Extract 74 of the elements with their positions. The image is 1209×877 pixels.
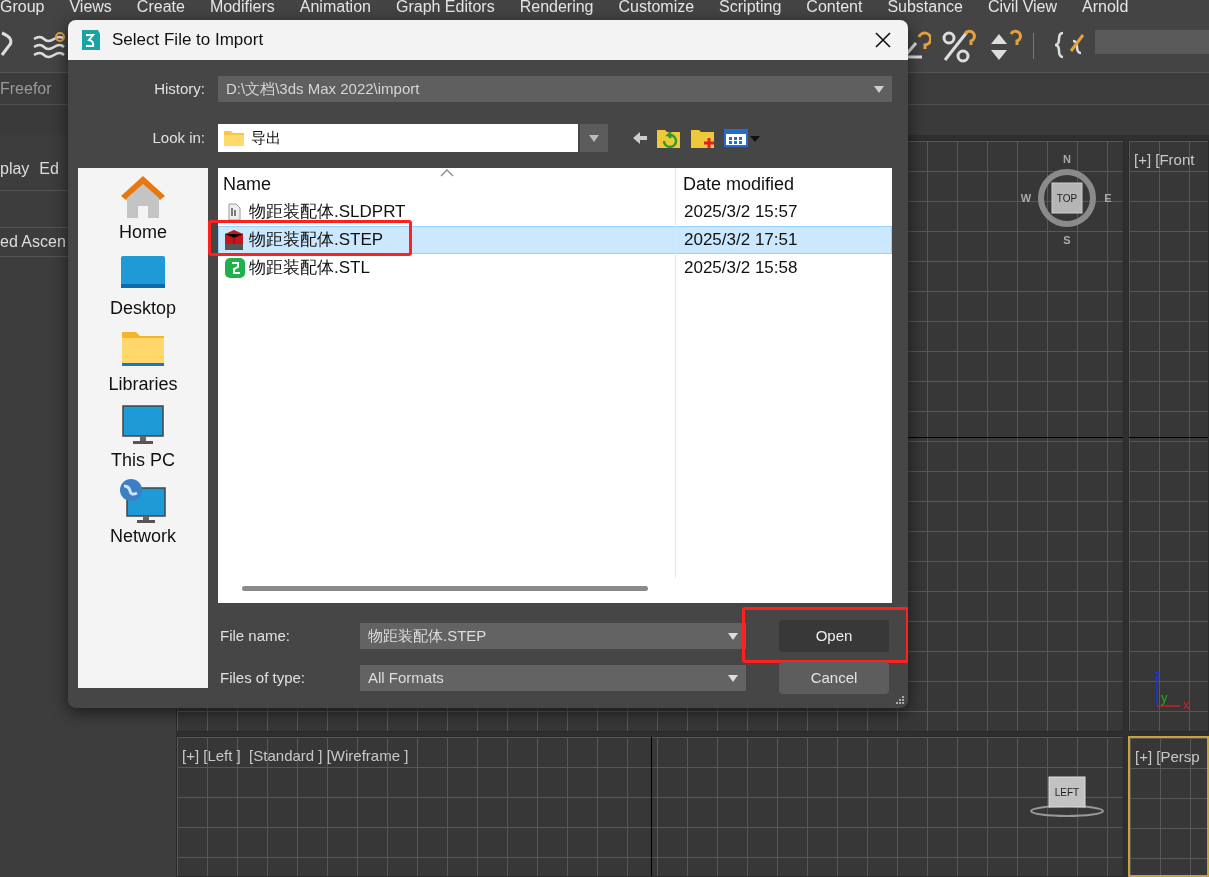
menu-item[interactable]: Animation <box>299 0 371 20</box>
file-row[interactable]: 物距装配体.STEP 2025/3/2 17:51 <box>218 226 892 254</box>
viewcube[interactable]: LEFT <box>1027 775 1107 819</box>
viewport-label[interactable]: [+] [Persp <box>1135 746 1200 769</box>
file-date: 2025/3/2 15:58 <box>683 257 798 280</box>
file-name: 物距装配体.SLDPRT <box>249 201 406 224</box>
place-item[interactable]: Libraries <box>108 326 178 394</box>
ribbon-tab[interactable]: Freefor <box>0 76 52 101</box>
menu-item[interactable]: Modifiers <box>209 0 275 20</box>
menu-item[interactable]: Customize <box>618 0 695 20</box>
sort-icon[interactable] <box>440 169 454 177</box>
look-in-field[interactable]: 导出 <box>218 124 578 152</box>
file-date: 2025/3/2 15:57 <box>683 201 798 224</box>
file-name: 物距装配体.STEP <box>249 229 384 252</box>
scrollbar-thumb[interactable] <box>242 586 648 591</box>
place-item[interactable]: Home <box>119 174 167 242</box>
open-button[interactable]: Open <box>779 620 889 652</box>
field-label: File name: <box>219 625 292 646</box>
menu-item[interactable]: Civil View <box>988 0 1058 20</box>
network-icon <box>119 478 167 526</box>
field-label: Files of type: <box>219 667 307 688</box>
percent-snap-icon[interactable] <box>941 28 978 64</box>
back-arrow-icon[interactable] <box>632 131 648 145</box>
menu-item[interactable]: Content <box>806 0 863 20</box>
history-dropdown[interactable]: D:\文档\3ds Max 2022\import <box>218 76 892 102</box>
menu-item[interactable]: Group <box>0 0 45 20</box>
axis-label: y <box>1161 690 1168 705</box>
panel-tab[interactable]: play <box>0 157 30 190</box>
viewport-label[interactable]: [+] [Front <box>1134 149 1195 172</box>
viewport[interactable]: [+] [Front z y x <box>1128 140 1209 732</box>
viewport[interactable]: [+] [Persp <box>1128 736 1209 877</box>
menu-item[interactable]: Graph Editors <box>395 0 495 20</box>
folder-icon <box>223 129 245 147</box>
viewcube-compass[interactable]: N E S W TOP <box>1017 148 1117 248</box>
viewport-label[interactable]: [+] [Left ] [Standard ] [Wireframe ] <box>182 745 409 768</box>
menu-item[interactable]: Scripting <box>719 0 782 20</box>
menu-item[interactable]: Create <box>136 0 185 20</box>
caret-icon <box>874 85 884 93</box>
file-name-field[interactable]: 物距装配体.STEP <box>360 623 746 649</box>
menu-item[interactable]: Rendering <box>519 0 594 20</box>
menu-item[interactable]: Substance <box>887 0 963 20</box>
window-title: Select File to Import <box>112 29 264 52</box>
caret-icon <box>728 632 738 640</box>
panel-tab[interactable]: Ed <box>39 157 59 190</box>
place-item[interactable]: Network <box>110 478 176 546</box>
file-date: 2025/3/2 17:51 <box>683 229 798 252</box>
view-menu-icon[interactable] <box>724 128 762 148</box>
place-item[interactable]: This PC <box>111 402 175 470</box>
resize-grip-icon[interactable] <box>895 695 905 705</box>
file-name: 物距装配体.STL <box>249 257 370 280</box>
axis-label: z <box>1154 669 1161 682</box>
axis-label: x <box>1183 697 1190 709</box>
app-icon <box>80 28 102 52</box>
cancel-button[interactable]: Cancel <box>779 662 889 694</box>
caret-icon <box>728 674 738 682</box>
menu-item[interactable]: Views <box>69 0 112 20</box>
field-label: History: <box>153 78 205 99</box>
file-type-dropdown[interactable]: All Formats <box>360 665 746 691</box>
column-header[interactable]: Date modified <box>676 171 795 198</box>
viewport[interactable]: [+] [Left ] [Standard ] [Wireframe ] LEFT <box>176 736 1124 877</box>
field-label: Look in: <box>151 127 205 148</box>
menu-item[interactable]: Arnold <box>1082 0 1129 20</box>
file-row[interactable]: 物距装配体.STL 2025/3/2 15:58 <box>218 254 892 282</box>
cube-icon <box>224 229 246 251</box>
dropdown-button[interactable] <box>580 124 608 152</box>
compass-letter: N <box>1063 153 1071 165</box>
close-icon[interactable] <box>874 31 892 49</box>
file-row[interactable]: 物距装配体.SLDPRT 2025/3/2 15:57 <box>218 198 892 226</box>
place-item[interactable]: Desktop <box>109 250 176 318</box>
compass-letter: S <box>1063 234 1071 246</box>
file-icon <box>224 257 246 279</box>
column-header[interactable]: Name <box>223 171 271 198</box>
compass-letter: E <box>1104 192 1112 204</box>
compass-letter: W <box>1020 192 1032 204</box>
